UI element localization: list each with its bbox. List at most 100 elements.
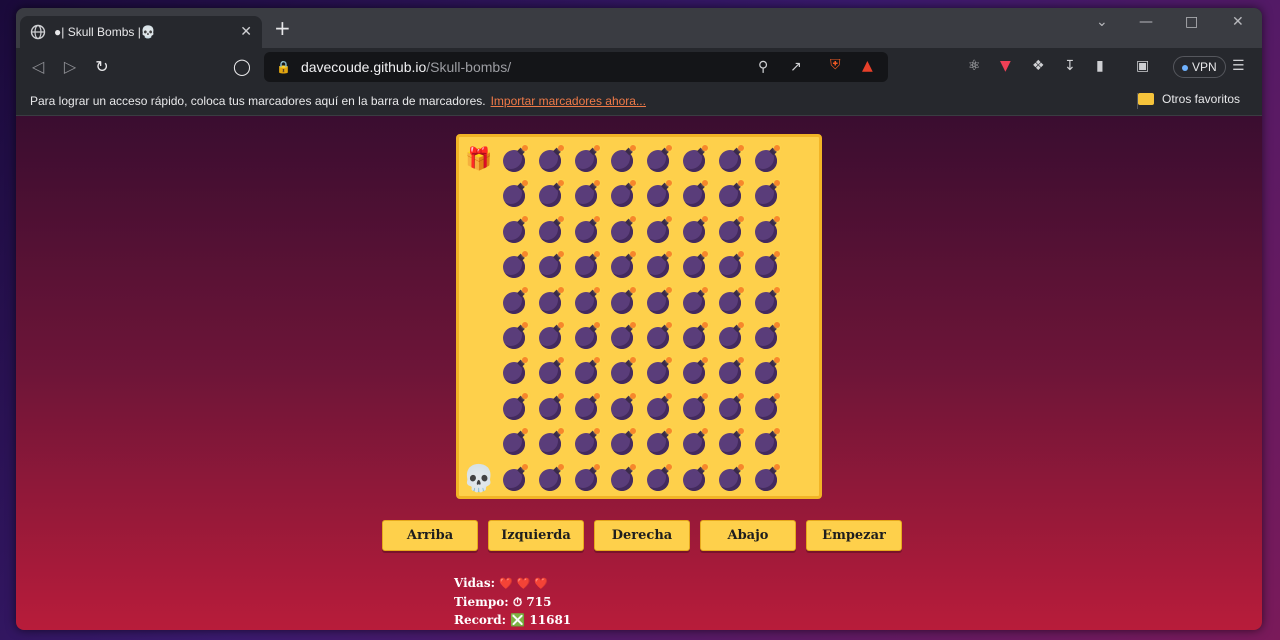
react-devtools-icon[interactable]: ⚛ xyxy=(968,58,981,74)
bomb-cell xyxy=(749,354,785,390)
reload-icon[interactable]: ↻ xyxy=(92,57,112,77)
menu-icon[interactable]: ☰ xyxy=(1232,58,1245,74)
import-bookmarks-link[interactable]: Importar marcadores ahora... xyxy=(491,94,646,108)
bookmark-icon[interactable]: ◯ xyxy=(232,57,252,77)
bomb-icon xyxy=(719,145,744,172)
bomb-cell xyxy=(641,354,677,390)
player-cell: 💀 xyxy=(461,461,497,497)
right-button[interactable]: Derecha xyxy=(594,520,690,551)
bomb-cell xyxy=(641,284,677,320)
vpn-button[interactable]: VPN xyxy=(1173,56,1226,78)
bomb-cell xyxy=(569,177,605,213)
bomb-cell xyxy=(641,213,677,249)
start-button[interactable]: Empezar xyxy=(806,520,902,551)
bomb-cell xyxy=(533,142,569,178)
new-tab-button[interactable]: + xyxy=(274,18,291,38)
browser-window: ●| Skull Bombs |💀 ✕ + ⌄ — □ ✕ ◁ ▷ ↻ ◯ 🔒 … xyxy=(16,8,1262,630)
gift-cell: 🎁 xyxy=(461,142,497,178)
maximize-icon[interactable]: □ xyxy=(1185,14,1198,30)
bomb-cell xyxy=(497,142,533,178)
sidebar-icon[interactable]: ▮ xyxy=(1096,58,1104,74)
bomb-cell xyxy=(605,461,641,497)
extensions-icon[interactable]: ❖ xyxy=(1032,58,1045,74)
bomb-icon xyxy=(539,180,564,208)
bomb-icon xyxy=(539,428,564,456)
wallet-icon[interactable]: ▣ xyxy=(1136,58,1149,74)
bomb-cell xyxy=(749,425,785,461)
bomb-cell xyxy=(533,354,569,390)
bomb-icon xyxy=(683,357,708,385)
zoom-icon[interactable]: ⚲ xyxy=(758,59,768,75)
tab-close-icon[interactable]: ✕ xyxy=(240,24,252,40)
up-button[interactable]: Arriba xyxy=(382,520,478,551)
bomb-icon xyxy=(683,251,708,279)
bomb-icon xyxy=(683,392,708,420)
bomb-cell xyxy=(641,248,677,284)
bomb-icon xyxy=(755,145,780,172)
bomb-icon xyxy=(611,286,636,314)
back-icon[interactable]: ◁ xyxy=(28,57,48,77)
lock-icon: 🔒 xyxy=(276,60,291,74)
bomb-icon xyxy=(719,286,744,314)
bomb-cell xyxy=(749,461,785,497)
bomb-icon xyxy=(503,428,528,456)
bomb-cell xyxy=(749,390,785,426)
globe-icon xyxy=(30,24,46,40)
bomb-icon xyxy=(611,322,636,349)
bomb-icon xyxy=(719,463,744,491)
record-icon: ❎ xyxy=(510,613,526,627)
bookmarks-hint: Para lograr un acceso rápido, coloca tus… xyxy=(30,93,486,108)
bomb-icon xyxy=(683,428,708,456)
address-bar[interactable]: 🔒 davecoude.github.io /Skull-bombs/ ⚲ ↗ … xyxy=(264,52,888,82)
bomb-icon xyxy=(683,145,708,172)
browser-tab[interactable]: ●| Skull Bombs |💀 ✕ xyxy=(20,16,262,48)
chevron-down-icon[interactable]: ⌄ xyxy=(1096,14,1108,30)
bomb-cell xyxy=(497,390,533,426)
forward-icon[interactable]: ▷ xyxy=(60,57,80,77)
folder-icon xyxy=(1138,93,1154,105)
bomb-cell xyxy=(497,461,533,497)
share-icon[interactable]: ↗ xyxy=(790,59,802,75)
bomb-cell xyxy=(749,319,785,355)
bomb-cell xyxy=(641,461,677,497)
brave-shield-icon[interactable]: ⛨ xyxy=(830,57,841,73)
pocket-icon[interactable]: ▼ xyxy=(1000,58,1011,74)
bomb-icon xyxy=(539,251,564,279)
download-icon[interactable]: ↧ xyxy=(1064,58,1076,74)
time-row: Tiempo: ⏱ 715 xyxy=(454,593,571,611)
bomb-icon xyxy=(539,392,564,420)
bomb-cell xyxy=(569,461,605,497)
bomb-icon xyxy=(611,180,636,208)
game-board: 🎁 💀 xyxy=(456,134,822,499)
bomb-cell xyxy=(749,213,785,249)
gift-icon: 🎁 xyxy=(465,147,493,172)
down-button[interactable]: Abajo xyxy=(700,520,796,551)
record-label: Record: xyxy=(454,613,507,627)
bomb-icon xyxy=(503,322,528,349)
brave-rewards-icon[interactable]: ▲ xyxy=(862,58,873,74)
lives-row: Vidas: ❤️ ❤️ ❤️ xyxy=(454,574,571,593)
bomb-cell xyxy=(677,284,713,320)
bomb-icon xyxy=(611,251,636,279)
bomb-cell xyxy=(533,248,569,284)
bookmarks-bar: Para lograr un acceso rápido, coloca tus… xyxy=(16,86,1262,116)
bomb-icon xyxy=(683,215,708,243)
bomb-cell xyxy=(713,142,749,178)
time-label: Tiempo: xyxy=(454,595,509,609)
bomb-cell xyxy=(641,177,677,213)
bomb-icon xyxy=(503,392,528,420)
bomb-icon xyxy=(647,251,672,279)
bomb-cell xyxy=(713,177,749,213)
bomb-icon xyxy=(539,286,564,314)
other-favorites[interactable]: Otros favoritos xyxy=(1138,92,1240,106)
bomb-cell xyxy=(641,319,677,355)
bomb-icon xyxy=(647,392,672,420)
bomb-cell xyxy=(533,213,569,249)
left-button[interactable]: Izquierda xyxy=(488,520,584,551)
bomb-cell xyxy=(569,142,605,178)
bomb-icon xyxy=(755,463,780,491)
close-window-icon[interactable]: ✕ xyxy=(1232,14,1244,30)
minimize-icon[interactable]: — xyxy=(1139,14,1153,30)
bomb-icon xyxy=(647,145,672,172)
bomb-cell xyxy=(713,284,749,320)
